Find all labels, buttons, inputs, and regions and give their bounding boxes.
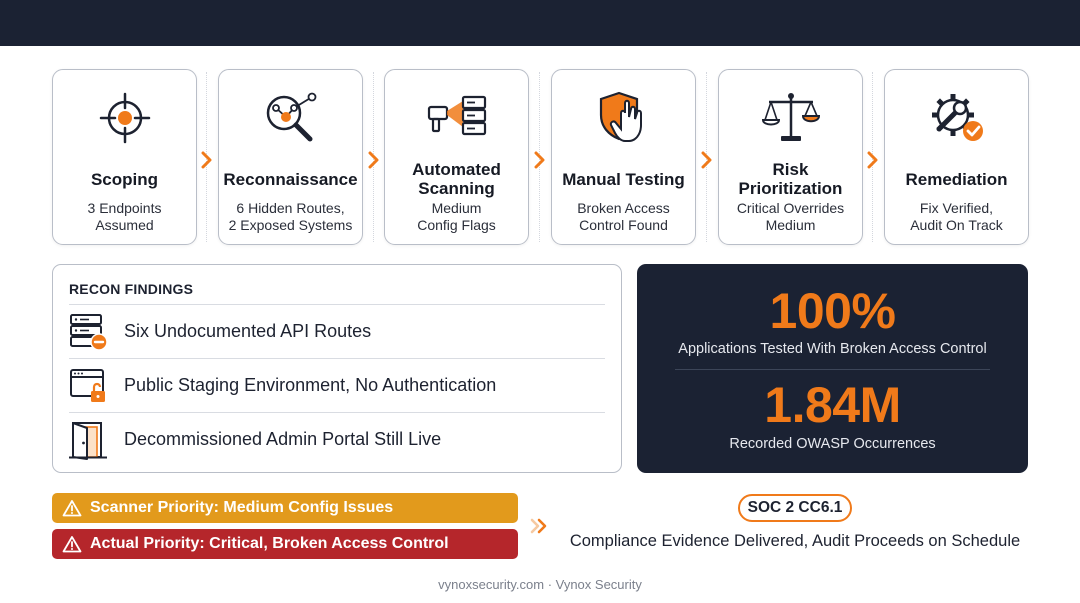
stat-divider xyxy=(675,369,990,370)
stage-title: Reconnaissance xyxy=(223,169,358,189)
stage-description: Fix Verified, Audit On Track xyxy=(910,200,1003,233)
actual-priority-text: Actual Priority: Critical, Broken Access… xyxy=(90,535,449,552)
magnifier-network-icon xyxy=(219,88,362,148)
findings-heading: RECON FINDINGS xyxy=(69,281,194,297)
recon-findings-panel: RECON FINDINGS Six Undocumented API Rout… xyxy=(52,264,622,473)
stage-description: 6 Hidden Routes, 2 Exposed Systems xyxy=(228,200,353,233)
stat-value: 100% xyxy=(769,283,896,339)
top-banner xyxy=(0,0,1080,46)
chevron-right-icon xyxy=(533,150,547,170)
double-chevron-right-icon xyxy=(529,515,551,537)
gear-wrench-check-icon xyxy=(885,88,1028,148)
stage-description: Critical Overrides Medium xyxy=(736,200,845,233)
stat-caption: Applications Tested With Broken Access C… xyxy=(678,341,987,357)
scanner-server-icon xyxy=(385,88,528,148)
stage-card-automated-scanning: Automated Scanning Medium Config Flags xyxy=(384,69,529,245)
stage-title: Scoping xyxy=(90,169,159,189)
footer-text: vynoxsecurity.com · Vynox Security xyxy=(438,577,642,592)
chevron-right-icon xyxy=(200,150,214,170)
chevron-right-icon xyxy=(866,150,880,170)
stat-caption: Recorded OWASP Occurrences xyxy=(729,436,936,452)
warning-icon xyxy=(62,499,82,517)
finding-item: Decommissioned Admin Portal Still Live xyxy=(69,412,605,466)
stage-description: 3 Endpoints Assumed xyxy=(87,200,162,233)
stage-description: Broken Access Control Found xyxy=(577,200,670,233)
actual-priority-bar: Actual Priority: Critical, Broken Access… xyxy=(52,529,518,559)
stage-title: Remediation xyxy=(905,169,1008,189)
server-blocked-icon xyxy=(69,312,124,352)
scanner-priority-bar: Scanner Priority: Medium Config Issues xyxy=(52,493,518,523)
finding-item: Public Staging Environment, No Authentic… xyxy=(69,358,605,412)
stage-title: Manual Testing xyxy=(562,169,685,189)
stage-card-reconnaissance: Reconnaissance 6 Hidden Routes, 2 Exposed… xyxy=(218,69,363,245)
finding-text: Six Undocumented API Routes xyxy=(124,321,372,341)
compliance-text: Compliance Evidence Delivered, Audit Pro… xyxy=(569,532,1021,550)
chevron-right-icon xyxy=(367,150,381,170)
stage-title: Automated Scanning xyxy=(412,160,501,198)
compliance-badge: SOC 2 CC6.1 xyxy=(738,494,852,522)
stats-content: 100% Applications Tested With Broken Acc… xyxy=(637,264,1028,473)
stage-description: Medium Config Flags xyxy=(417,200,496,233)
browser-unlocked-icon xyxy=(69,366,124,406)
stat-value: 1.84M xyxy=(764,377,901,433)
stage-title: Risk Prioritization xyxy=(738,160,843,198)
scanner-priority-text: Scanner Priority: Medium Config Issues xyxy=(90,499,394,516)
finding-item: Six Undocumented API Routes xyxy=(69,304,605,358)
target-icon xyxy=(53,88,196,148)
stage-card-manual-testing: Manual Testing Broken Access Control Foun… xyxy=(551,69,696,245)
scales-icon xyxy=(719,88,862,148)
finding-text: Decommissioned Admin Portal Still Live xyxy=(124,429,442,449)
shield-hand-icon xyxy=(552,88,695,148)
stage-card-risk-prioritization: Risk Prioritization Critical Overrides Me… xyxy=(718,69,863,245)
open-door-icon xyxy=(69,420,124,460)
chevron-right-icon xyxy=(700,150,714,170)
finding-text: Public Staging Environment, No Authentic… xyxy=(124,375,497,395)
stage-card-remediation: Remediation Fix Verified, Audit On Track xyxy=(884,69,1029,245)
warning-icon xyxy=(62,535,82,553)
stage-card-scoping: Scoping 3 Endpoints Assumed xyxy=(52,69,197,245)
